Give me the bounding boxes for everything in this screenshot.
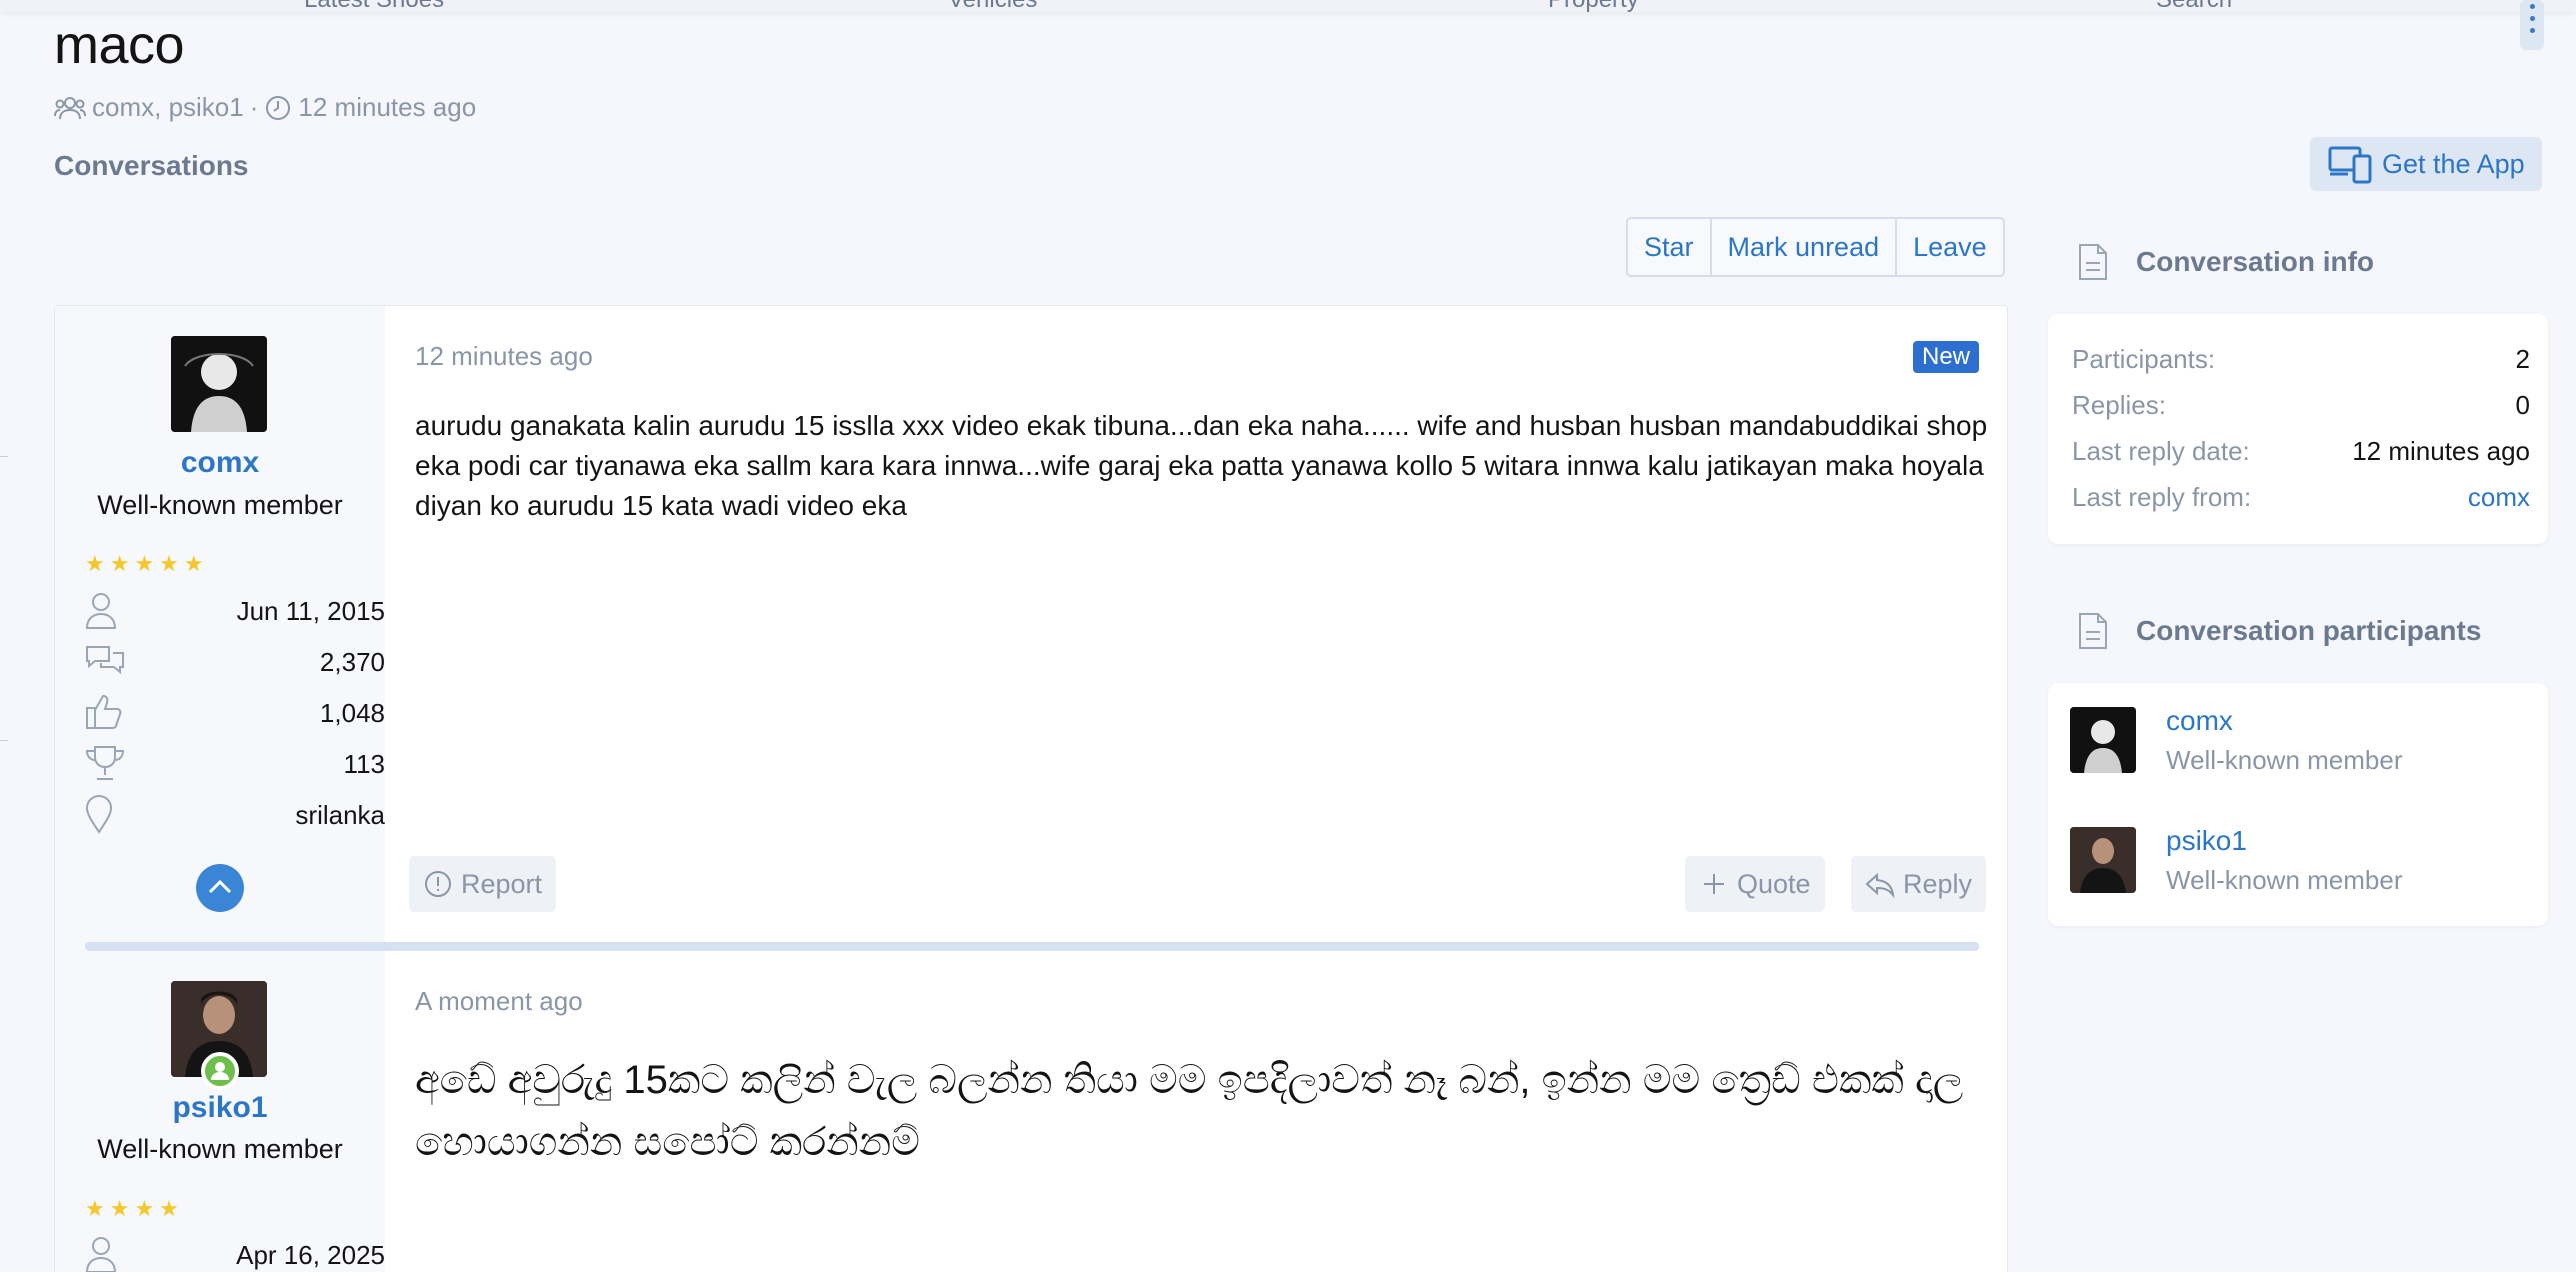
message-body: aurudu ganakata kalin aurudu 15 isslla x… [415,410,1988,521]
conversation-info-title: Conversation info [2136,246,2375,277]
quote-button[interactable]: Quote [1685,856,1825,912]
participant-name[interactable]: psiko1 [2166,825,2247,857]
breadcrumb[interactable]: Conversations [54,150,249,182]
joined-date: Apr 16, 2025 [236,1240,385,1270]
participant-title: Well-known member [2166,745,2403,775]
rating-stars: ★★★★ [85,1196,184,1221]
info-label: Last reply from: [2072,482,2252,512]
edge-tick [0,456,8,457]
participant-name[interactable]: comx [2166,705,2233,737]
nav-item-property[interactable]: Property [1548,0,1639,14]
page-title: maco [54,15,185,75]
message-list: comx Well-known member ★★★★★ Jun 11, 201… [54,305,2008,1272]
report-label: Report [461,868,543,899]
participant-item[interactable]: comx Well-known member [2070,705,2530,787]
document-icon [2079,613,2107,649]
more-menu-icon[interactable] [2520,0,2544,50]
message-body: අඩේ අවුරුදු 15කට කලින් වැල බලන්න තියා මම… [415,1058,1964,1164]
conversation-meta: comx, psiko1 · 12 minutes ago [54,92,476,123]
stat-joined: Jun 11, 2015 [85,590,385,630]
edge-tick [0,740,8,741]
avatar[interactable] [2070,707,2136,773]
stat-messages: 2,370 [85,641,385,681]
users-icon [54,96,86,119]
document-icon [2079,244,2107,280]
reply-icon [1865,872,1895,899]
meta-separator: · [249,92,259,122]
info-label: Participants: [2072,344,2216,374]
alert-circle-icon [425,871,451,897]
stat-points: 113 [85,743,385,783]
info-value: 2 [2515,344,2530,374]
message-time[interactable]: A moment ago [415,986,583,1017]
user-icon [85,593,117,629]
star-button[interactable]: Star [1628,219,1712,275]
clock-icon [266,95,291,120]
devices-icon [2328,146,2372,184]
info-label: Replies: [2072,390,2166,420]
username-psiko1[interactable]: psiko1 [55,1091,385,1125]
collapse-button[interactable] [196,864,244,912]
stat-location: srilanka [85,794,385,834]
nav-item-vehicles[interactable]: Vehicles [948,0,1037,14]
participants-line: comx, psiko1 [92,92,244,122]
user-title: Well-known member [97,490,343,520]
online-indicator [201,1052,239,1090]
participants-card: comx Well-known member psiko1 Well-known… [2048,683,2548,926]
reply-button[interactable]: Reply [1851,856,1987,912]
joined-date: Jun 11, 2015 [236,596,385,626]
reaction-score: 1,048 [319,698,385,728]
info-value: 12 minutes ago [2352,436,2530,466]
info-row-participants: Participants: 2 [2072,344,2530,375]
stat-joined: Apr 16, 2025 [85,1234,385,1272]
get-app-label: Get the App [2382,148,2525,179]
plus-icon [1704,874,1724,894]
nav-item-latest-shoes[interactable]: Latest Shoes [304,0,444,14]
trophy-points: 113 [343,749,385,779]
avatar[interactable] [2070,827,2136,893]
info-row-replies: Replies: 0 [2072,390,2530,421]
conversation-time: 12 minutes ago [298,92,477,122]
message-time[interactable]: 12 minutes ago [415,341,593,372]
username-comx[interactable]: comx [55,446,385,480]
messages-count: 2,370 [319,647,385,677]
conversation-info-card: Participants: 2 Replies: 0 Last reply da… [2048,314,2548,544]
conversation-participants-title: Conversation participants [2136,615,2482,646]
last-reply-user-link[interactable]: comx [2468,482,2530,513]
user-online-icon [211,1062,229,1080]
quote-label: Quote [1737,868,1811,899]
message-separator [85,942,1979,951]
chevron-up-icon [208,879,232,894]
info-value: 0 [2515,390,2530,420]
avatar-psiko1-image [2070,827,2136,893]
stat-reactions: 1,048 [85,692,385,732]
avatar-comx-image [171,336,267,432]
conversation-actions: Star Mark unread Leave [1626,217,2005,277]
new-badge: New [1913,341,1980,373]
info-label: Last reply date: [2072,436,2250,466]
trophy-icon [85,746,125,780]
thumbs-up-icon [86,694,122,729]
participant-item[interactable]: psiko1 Well-known member [2070,825,2530,907]
info-row-last-from: Last reply from: comx [2072,482,2530,513]
info-row-last-date: Last reply date: 12 minutes ago [2072,436,2530,467]
avatar[interactable] [171,336,267,432]
location-pin-icon [85,795,113,834]
user-location[interactable]: srilanka [295,800,385,831]
nav-item-search[interactable]: Search [2156,0,2232,14]
report-button[interactable]: Report [409,856,557,912]
user-title: Well-known member [97,1134,343,1164]
leave-button[interactable]: Leave [1897,219,2003,275]
conversation-participants-heading: Conversation participants [2078,612,2481,650]
participant-title: Well-known member [2166,865,2403,895]
top-nav: Latest Shoes Vehicles Property Search [0,0,2576,14]
rating-stars: ★★★★★ [85,551,209,576]
reply-label: Reply [1903,868,1973,899]
comments-icon [86,646,124,675]
get-app-button[interactable]: Get the App [2310,137,2542,191]
avatar-comx-image [2070,707,2136,773]
user-icon [85,1237,117,1272]
mark-unread-button[interactable]: Mark unread [1712,219,1898,275]
conversation-info-heading: Conversation info [2078,243,2374,281]
